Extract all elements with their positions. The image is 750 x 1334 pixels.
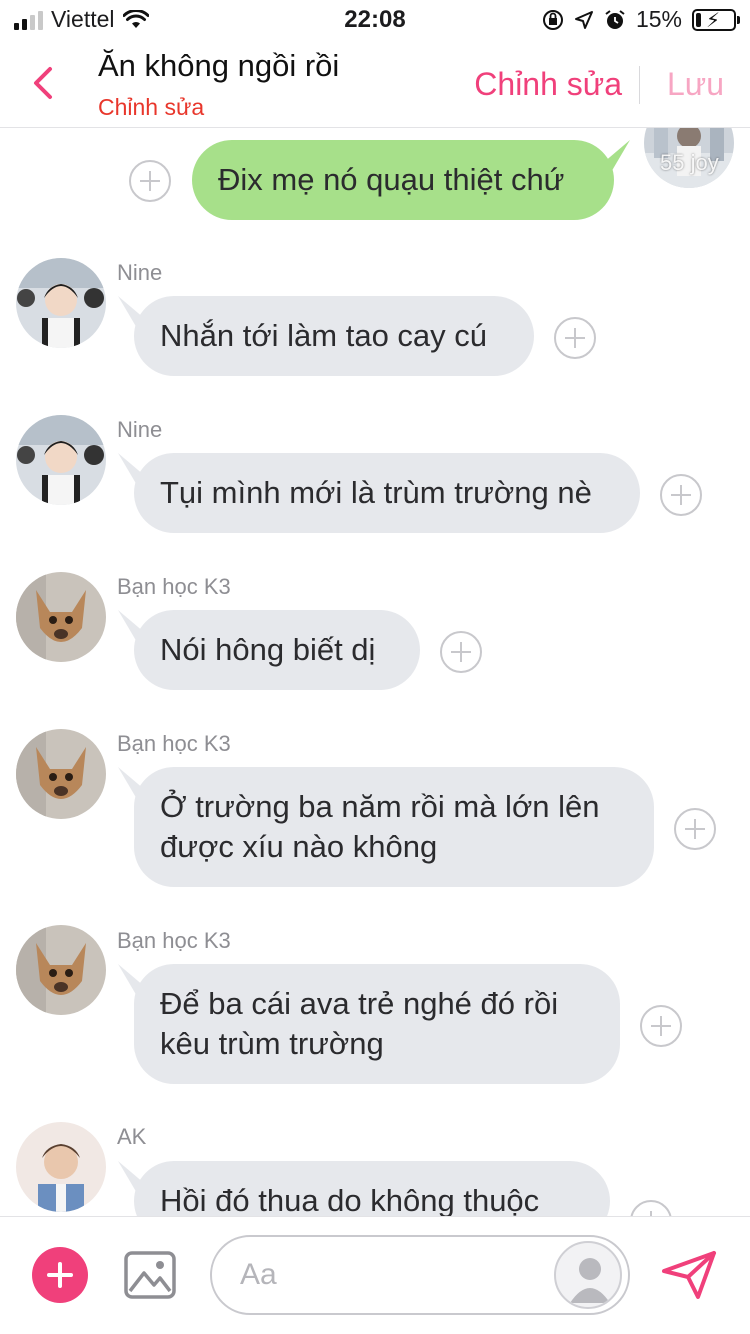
react-plus-icon[interactable]: [630, 1200, 672, 1216]
location-icon: [574, 10, 593, 29]
react-plus-icon[interactable]: [660, 474, 702, 516]
chat-header: Ăn không ngồi rồi Chỉnh sửa Chỉnh sửa Lư…: [0, 42, 750, 128]
react-plus-icon[interactable]: [554, 317, 596, 359]
avatar[interactable]: [16, 258, 106, 348]
incoming-message[interactable]: Nói hông biết dị: [134, 610, 420, 690]
react-plus-icon[interactable]: [640, 1005, 682, 1047]
sender-name: Bạn học K3: [117, 928, 231, 953]
add-attachment-button[interactable]: [32, 1247, 88, 1303]
dog-photo-icon: [16, 729, 106, 819]
outgoing-message[interactable]: Đix mẹ nó quạu thiệt chứ: [192, 140, 614, 220]
sender-name: Bạn học K3: [117, 574, 231, 599]
user-photo-icon: [16, 1122, 106, 1212]
react-plus-icon[interactable]: [129, 160, 171, 202]
sender-name: AK: [117, 1124, 147, 1149]
send-icon[interactable]: [660, 1249, 718, 1301]
message-input-wrapper[interactable]: [210, 1235, 630, 1315]
status-bar: Viettel 22:08 15% ⚡: [0, 0, 750, 42]
battery-charging-icon: ⚡: [692, 8, 740, 32]
voice-avatar-button[interactable]: [554, 1241, 622, 1309]
user-photo-icon: [16, 258, 106, 348]
incoming-message[interactable]: Để ba cái ava trẻ nghé đó rồi kêu trùm t…: [134, 964, 620, 1084]
sender-name: Nine: [117, 417, 163, 442]
chat-subtitle[interactable]: Chỉnh sửa: [98, 94, 204, 121]
incoming-message[interactable]: Nhắn tới làm tao cay cú: [134, 296, 534, 376]
react-plus-icon[interactable]: [674, 808, 716, 850]
avatar[interactable]: [16, 415, 106, 505]
user-photo-icon: [16, 415, 106, 505]
incoming-message[interactable]: Ở trường ba năm rồi mà lớn lên được xíu …: [134, 767, 654, 887]
dog-photo-icon: [16, 572, 106, 662]
composer-bar: [0, 1216, 750, 1334]
avatar[interactable]: [16, 1122, 106, 1212]
incoming-message[interactable]: Tụi mình mới là trùm trường nè: [134, 453, 640, 533]
sender-name: Bạn học K3: [117, 731, 231, 756]
orientation-lock-icon: [542, 9, 563, 30]
edit-button[interactable]: Chỉnh sửa: [474, 66, 622, 103]
chat-title[interactable]: Ăn không ngồi rồi: [98, 48, 339, 84]
alarm-icon: [605, 9, 625, 29]
avatar-watermark: 55 joy: [660, 150, 719, 175]
battery-percent: 15%: [635, 6, 682, 32]
person-silhouette-icon: [570, 1258, 610, 1303]
react-plus-icon[interactable]: [440, 631, 482, 673]
avatar[interactable]: [16, 729, 106, 819]
header-divider: [639, 66, 640, 104]
chat-messages[interactable]: 55 joy Đix mẹ nó quạu thiệt chứ Nine Nhắ…: [0, 128, 750, 1216]
message-input[interactable]: [240, 1255, 540, 1295]
avatar[interactable]: [16, 925, 106, 1015]
sender-name: Nine: [117, 260, 163, 285]
image-gallery-icon[interactable]: [122, 1247, 178, 1303]
back-chevron-icon[interactable]: [28, 64, 60, 102]
save-button[interactable]: Lưu: [667, 66, 724, 103]
avatar[interactable]: [16, 572, 106, 662]
incoming-message[interactable]: Hồi đó thua do không thuộc: [134, 1161, 610, 1216]
dog-photo-icon: [16, 925, 106, 1015]
